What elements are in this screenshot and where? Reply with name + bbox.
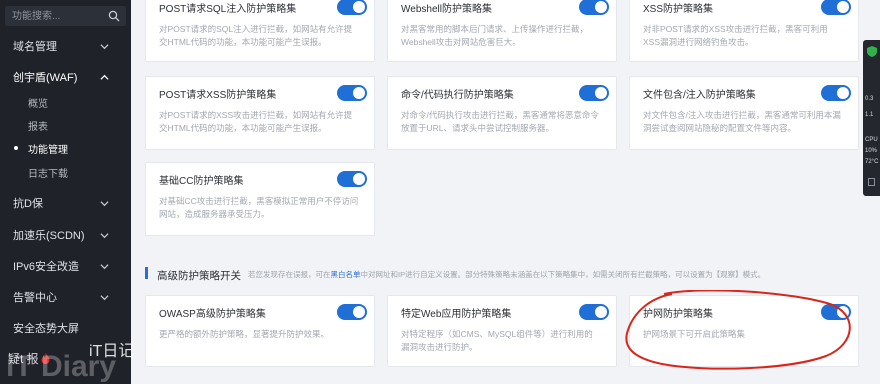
policy-desc: 护网场景下可开启此策略集 (643, 329, 746, 339)
policy-title: 文件包含/注入防护策略集 (643, 90, 756, 101)
policy-title: XSS防护策略集 (643, 4, 714, 15)
monitor-stat: CPU (865, 137, 878, 143)
policy-toggle[interactable] (337, 304, 367, 320)
chevron-down-icon (100, 233, 109, 239)
policy-desc: 对特定程序（如CMS、MySQL组件等）进行利用的漏洞攻击进行防护。 (401, 329, 593, 352)
policy-title: POST请求XSS防护策略集 (159, 90, 277, 101)
nav-group-label: 抗D保 (13, 198, 43, 210)
main-content: POST请求SQL注入防护策略集 对POST请求的SQL注入进行拦截，如网站有允… (131, 0, 860, 384)
whitelist-link[interactable]: 黑白名单 (331, 270, 361, 279)
policy-title: POST请求SQL注入防护策略集 (159, 4, 297, 15)
policy-card: XSS防护策略集 对非POST请求的XSS攻击进行拦截，黑客可利用XSS漏洞进行… (629, 0, 859, 62)
nav-group-scdn[interactable]: 加速乐(SCDN) (0, 225, 131, 245)
policy-desc: 对POST请求的XSS攻击进行拦截，如网站有允许提交HTML代码的功能，本功能可… (159, 110, 353, 133)
policy-card: 特定Web应用防护策略集 对特定程序（如CMS、MySQL组件等）进行利用的漏洞… (387, 295, 617, 367)
policy-card: Webshell防护策略集 对黑客常用的脚本后门请求、上传操作进行拦截，Webs… (387, 0, 617, 62)
section-desc: 若您发现存在误报，可在黑白名单中对网址和IP进行自定义设置。部分特殊策略未涵盖在… (248, 269, 765, 280)
nav-item-log-download[interactable]: 日志下载 (0, 164, 131, 180)
policy-desc: 对基础CC攻击进行拦截，黑客模拟正常用户不停访问网站，造成服务器承受压力。 (159, 196, 359, 219)
nav-group-label: IPv6安全改造 (13, 261, 80, 273)
monitor-bar-icon (868, 178, 875, 186)
policy-desc: 对文件包含/注入攻击进行拦截，黑客通常可利用本漏洞尝试查阅网站隐秘的配置文件等内… (643, 110, 841, 133)
search-input[interactable] (5, 6, 95, 27)
sidebar-footer[interactable]: 疑t 报 (8, 350, 50, 367)
nav-item-overview[interactable]: 概览 (0, 94, 131, 110)
policy-desc: 对命令/代码执行攻击进行拦截，黑客通常将恶意命令放置于URL、请求头中尝试控制服… (401, 110, 599, 133)
nav-group-ipv6[interactable]: IPv6安全改造 (0, 256, 131, 276)
fire-icon (41, 353, 50, 364)
nav-item-label: 报表 (28, 121, 48, 133)
chevron-down-icon (100, 295, 109, 301)
nav-group-anti-ddos[interactable]: 抗D保 (0, 193, 131, 213)
monitor-stat: 72°C (865, 159, 879, 165)
policy-toggle[interactable] (337, 85, 367, 101)
policy-toggle[interactable] (579, 0, 609, 15)
policy-desc: 对非POST请求的XSS攻击进行拦截，黑客可利用XSS漏洞进行网络钓鱼攻击。 (643, 24, 828, 47)
nav-item-label: 日志下载 (28, 168, 68, 180)
policy-toggle[interactable] (579, 304, 609, 320)
policy-title: OWASP高级防护策略集 (159, 309, 266, 320)
section-title: 高级防护策略开关 (157, 270, 241, 282)
policy-title: 特定Web应用防护策略集 (401, 309, 512, 320)
section-accent (145, 267, 148, 279)
monitor-stat: 0.3 (865, 96, 874, 102)
section-desc-text: 若您发现存在误报，可在 (248, 270, 331, 279)
nav-group-label: 域名管理 (13, 41, 57, 53)
nav-item-label: 功能管理 (28, 144, 68, 156)
policy-title: 命令/代码执行防护策略集 (401, 90, 514, 101)
nav-group-label: 加速乐(SCDN) (13, 230, 85, 242)
policy-card: 基础CC防护策略集 对基础CC攻击进行拦截，黑客模拟正常用户不停访问网站，造成服… (145, 162, 375, 236)
policy-card: 命令/代码执行防护策略集 对命令/代码执行攻击进行拦截，黑客通常将恶意命令放置于… (387, 76, 617, 150)
policy-toggle[interactable] (579, 85, 609, 101)
nav-group-label: 告警中心 (13, 292, 57, 304)
system-monitor-widget[interactable]: 0.3 1.1 CPU 10% 72°C (863, 40, 880, 196)
policy-desc: 对黑客常用的脚本后门请求、上传操作进行拦截，Webshell攻击对网站危害巨大。 (401, 24, 589, 47)
policy-toggle[interactable] (337, 0, 367, 15)
nav-group-security-dashboard[interactable]: 安全态势大屏 (0, 318, 131, 338)
policy-desc: 更严格的额外防护策略，显著提升防护效果。 (159, 329, 330, 339)
policy-card: POST请求SQL注入防护策略集 对POST请求的SQL注入进行拦截，如网站有允… (145, 0, 375, 62)
policy-card: POST请求XSS防护策略集 对POST请求的XSS攻击进行拦截，如网站有允许提… (145, 76, 375, 150)
policy-toggle[interactable] (821, 0, 851, 15)
nav-group-label: 创宇盾(WAF) (13, 72, 78, 84)
nav-group-label: 安全态势大屏 (13, 323, 79, 335)
footer-label: 疑t 报 (8, 352, 39, 366)
nav-item-feature-management[interactable]: 功能管理 (0, 140, 131, 156)
policy-toggle[interactable] (821, 304, 851, 320)
search-box[interactable] (5, 6, 126, 27)
search-icon[interactable] (108, 10, 120, 22)
policy-card: 护网防护策略集 护网场景下可开启此策略集 (629, 295, 859, 367)
nav-group-alert-center[interactable]: 告警中心 (0, 287, 131, 307)
chevron-down-icon (100, 201, 109, 207)
policy-card: 文件包含/注入防护策略集 对文件包含/注入攻击进行拦截，黑客通常可利用本漏洞尝试… (629, 76, 859, 150)
policy-card: OWASP高级防护策略集 更严格的额外防护策略，显著提升防护效果。 (145, 295, 375, 367)
section-header: 高级防护策略开关 若您发现存在误报，可在黑白名单中对网址和IP进行自定义设置。部… (131, 262, 860, 284)
policy-desc: 对POST请求的SQL注入进行拦截，如网站有允许提交HTML代码的功能，本功能可… (159, 24, 353, 47)
policy-title: 基础CC防护策略集 (159, 176, 244, 187)
nav-item-label: 概览 (28, 98, 48, 110)
sidebar: 域名管理 创宇盾(WAF) 概览 报表 功能管理 日志下载 抗D保 加速乐(SC… (0, 0, 131, 384)
section-desc-text: 中对网址和IP进行自定义设置。部分特殊策略未涵盖在以下策略集中，如需关闭所有拦截… (360, 270, 766, 279)
chevron-down-icon (100, 264, 109, 270)
monitor-stat: 10% (865, 148, 878, 154)
policy-title: 护网防护策略集 (643, 309, 713, 320)
nav-item-report[interactable]: 报表 (0, 117, 131, 133)
active-dot-icon (14, 146, 18, 150)
policy-toggle[interactable] (337, 171, 367, 187)
chevron-up-icon (100, 74, 109, 80)
shield-icon (867, 46, 877, 57)
nav-group-waf[interactable]: 创宇盾(WAF) (0, 67, 131, 87)
policy-toggle[interactable] (821, 85, 851, 101)
monitor-stat: 1.1 (865, 112, 874, 118)
chevron-down-icon (100, 44, 109, 50)
policy-title: Webshell防护策略集 (401, 4, 492, 15)
nav-group-domain[interactable]: 域名管理 (0, 36, 131, 56)
